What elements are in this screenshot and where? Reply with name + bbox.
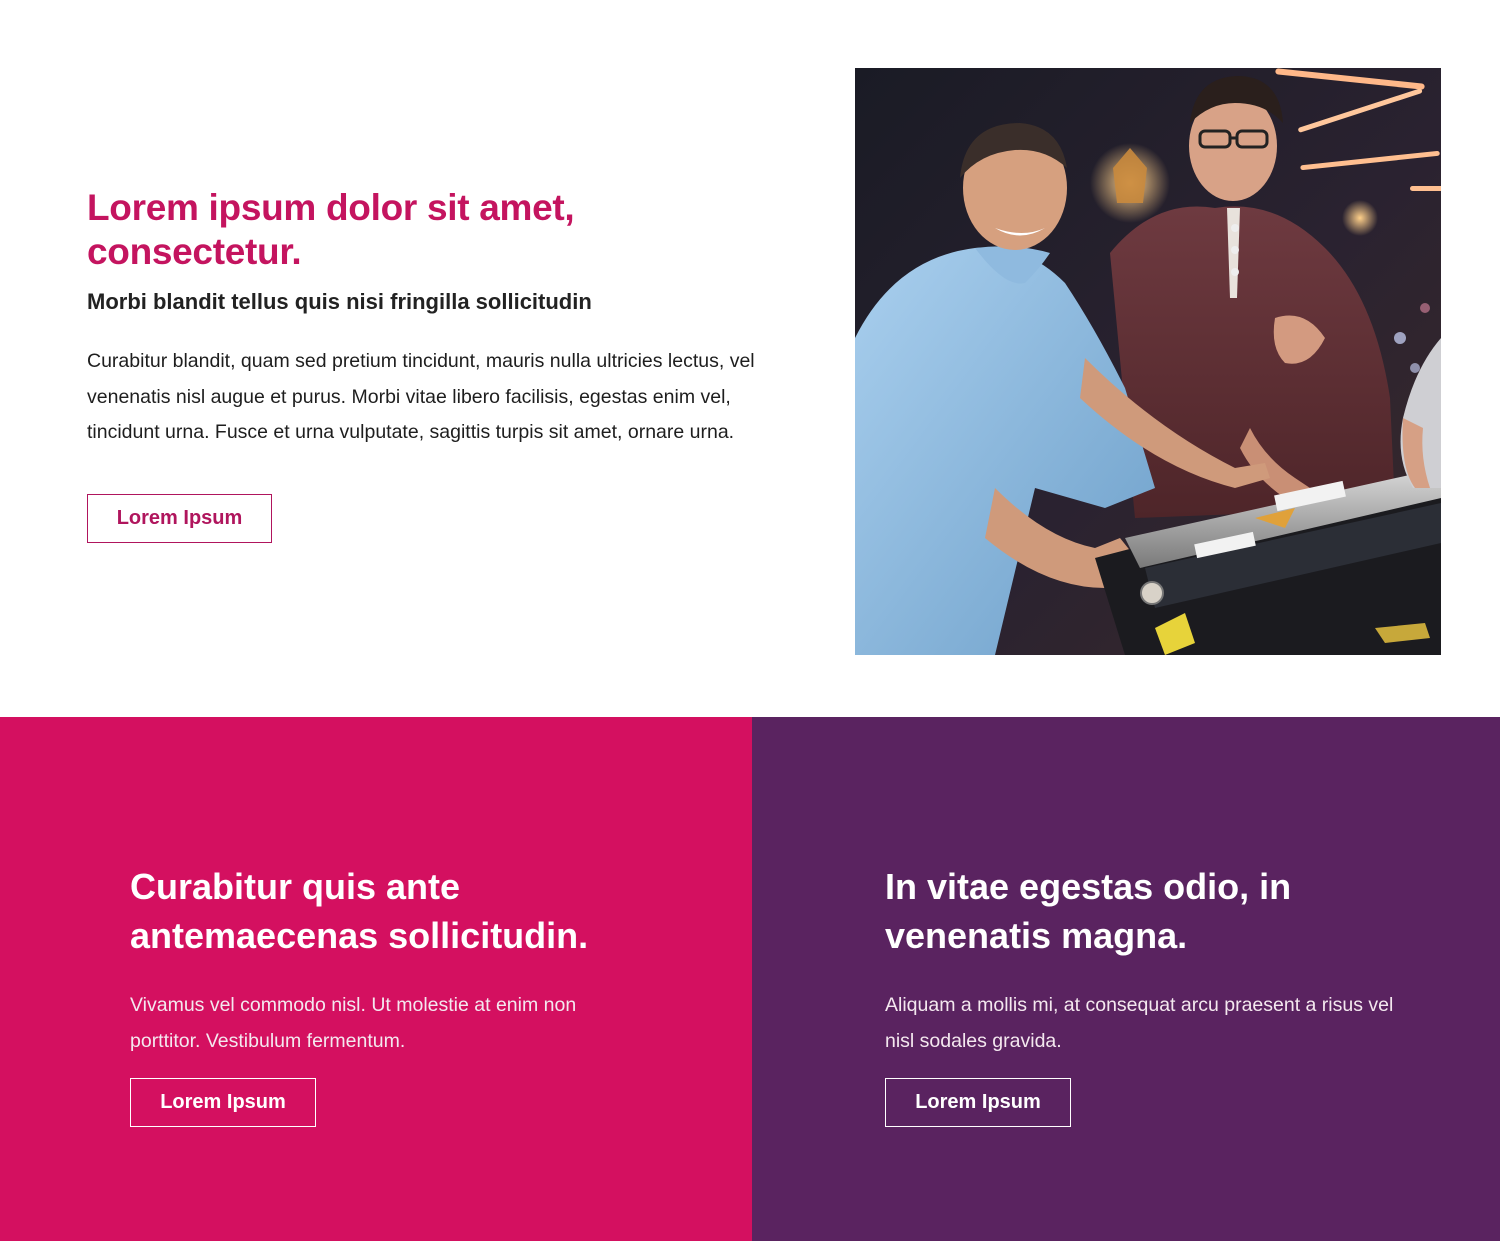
feature-panel-purple: In vitae egestas odio, in venenatis magn… — [752, 717, 1500, 1241]
feature-panel-purple-content: In vitae egestas odio, in venenatis magn… — [885, 862, 1405, 1127]
feature-panel-purple-heading: In vitae egestas odio, in venenatis magn… — [885, 866, 1292, 956]
intro-section: Lorem ipsum dolor sit amet, consectetur.… — [0, 0, 1500, 717]
feature-panel-pink-content: Curabitur quis ante antemaecenas sollici… — [130, 862, 650, 1127]
feature-panel-purple-body: Aliquam a mollis mi, at consequat arcu p… — [885, 994, 1394, 1052]
intro-text-block: Lorem ipsum dolor sit amet, consectetur.… — [87, 186, 787, 451]
intro-subheading: Morbi blandit tellus quis nisi fringilla… — [87, 289, 592, 314]
photo-pinball-players — [855, 68, 1441, 655]
intro-cta-button[interactable]: Lorem Ipsum — [87, 494, 272, 543]
intro-heading: Lorem ipsum dolor sit amet, consectetur. — [87, 187, 575, 272]
feature-panel-pink-heading: Curabitur quis ante antemaecenas sollici… — [130, 866, 589, 956]
feature-panels: Curabitur quis ante antemaecenas sollici… — [0, 717, 1500, 1241]
feature-panel-purple-button[interactable]: Lorem Ipsum — [885, 1078, 1071, 1127]
feature-panel-pink-body: Vivamus vel commodo nisl. Ut molestie at… — [130, 994, 577, 1052]
feature-panel-pink-button[interactable]: Lorem Ipsum — [130, 1078, 316, 1127]
feature-panel-pink: Curabitur quis ante antemaecenas sollici… — [0, 717, 752, 1241]
intro-body: Curabitur blandit, quam sed pretium tinc… — [87, 350, 755, 443]
